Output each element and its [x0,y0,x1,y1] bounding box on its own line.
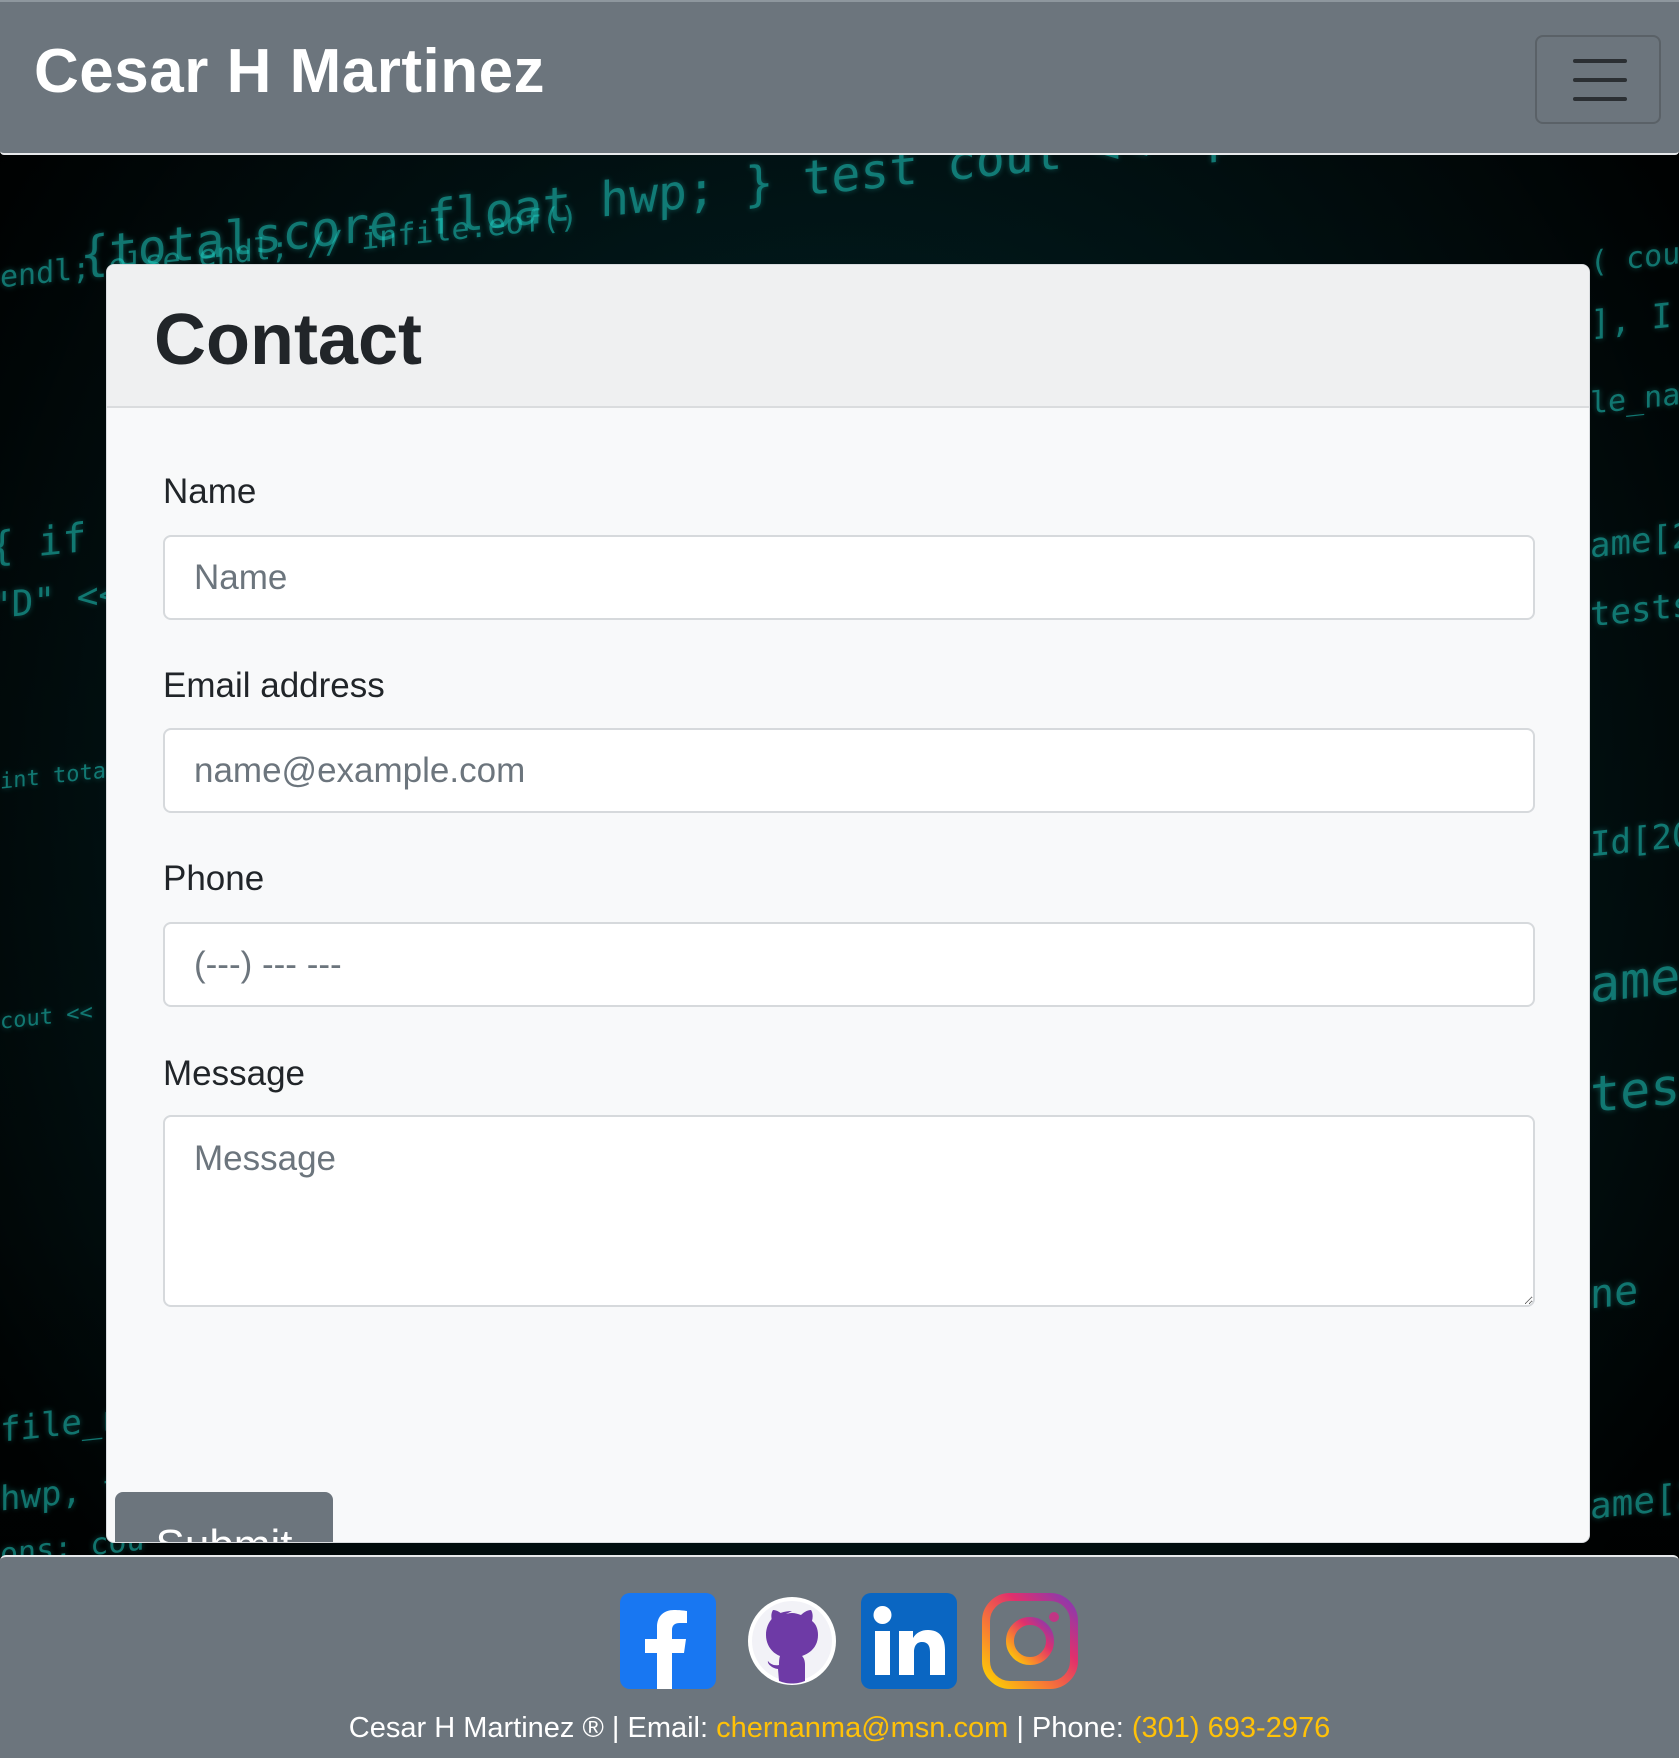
page: {totalscore float hwp; } test cout << "p… [0,0,1679,1758]
github-icon[interactable] [744,1593,840,1689]
message-textarea[interactable] [163,1115,1535,1307]
linkedin-icon[interactable] [861,1593,957,1689]
name-label: Name [163,472,257,511]
navbar-brand[interactable]: Cesar H Martinez [34,36,545,107]
facebook-icon[interactable] [620,1593,716,1689]
phone-input[interactable] [163,922,1535,1007]
contact-card: Contact Name Email address Phone Message… [106,264,1590,1543]
navbar: Cesar H Martinez [0,0,1679,155]
name-input[interactable] [163,535,1535,620]
footer-email-link[interactable]: chernanma@msn.com [716,1712,1008,1744]
navbar-toggle-button[interactable] [1535,35,1661,124]
instagram-icon[interactable] [982,1593,1078,1689]
footer-phone-link[interactable]: (301) 693-2976 [1132,1712,1330,1744]
footer: Cesar H Martinez ® | Email: chernanma@ms… [0,1555,1679,1758]
email-input[interactable] [163,728,1535,813]
footer-owner: Cesar H Martinez ® [348,1712,604,1744]
page-title: Contact [154,300,422,380]
email-label: Email address [163,666,385,705]
submit-button[interactable]: Submit [115,1492,333,1542]
footer-contact-info: Cesar H Martinez ® | Email: chernanma@ms… [0,1712,1679,1745]
phone-label: Phone [163,859,265,898]
card-header: Contact [107,265,1589,408]
footer-separator-phone: | Phone: [1008,1712,1132,1744]
message-label: Message [163,1054,306,1093]
footer-separator-email: | Email: [603,1712,717,1744]
